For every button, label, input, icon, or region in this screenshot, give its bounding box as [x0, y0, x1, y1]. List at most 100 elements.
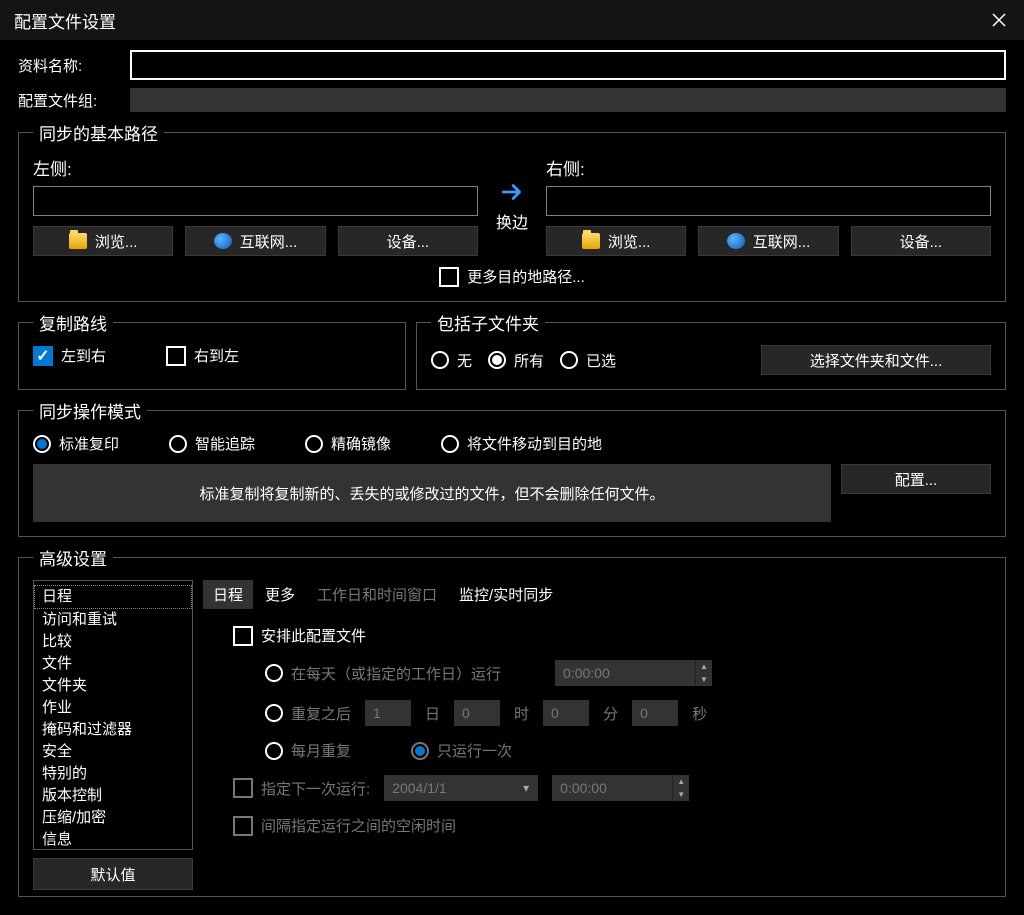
- secs-input[interactable]: [632, 700, 678, 726]
- profile-name-label: 资料名称:: [18, 55, 130, 76]
- tab-more[interactable]: 更多: [255, 580, 305, 609]
- tab-schedule[interactable]: 日程: [203, 580, 253, 609]
- ltr-checkbox[interactable]: 左到右: [33, 345, 106, 366]
- days-input[interactable]: [365, 700, 411, 726]
- radio-icon: [169, 435, 187, 453]
- profile-name-row: 资料名称:: [18, 50, 1006, 80]
- checkbox-icon: [233, 778, 253, 798]
- rtl-checkbox[interactable]: 右到左: [166, 345, 239, 366]
- spin-down-icon[interactable]: ▼: [673, 788, 689, 801]
- advanced-category-list[interactable]: 日程 访问和重试 比较 文件 文件夹 作业 掩码和过滤器 安全 特别的 版本控制…: [33, 580, 193, 850]
- folder-icon: [582, 233, 600, 249]
- mode-move-radio[interactable]: 将文件移动到目的地: [441, 433, 602, 454]
- advanced-fieldset: 高级设置 日程 访问和重试 比较 文件 文件夹 作业 掩码和过滤器 安全 特别的…: [18, 545, 1006, 897]
- radio-icon: [411, 742, 429, 760]
- daily-time-input[interactable]: [555, 660, 695, 686]
- time-spinner[interactable]: ▲▼: [695, 660, 712, 686]
- left-browse-button[interactable]: 浏览...: [33, 226, 173, 256]
- radio-icon: [33, 435, 51, 453]
- globe-icon: [727, 233, 745, 249]
- select-files-button[interactable]: 选择文件夹和文件...: [761, 345, 991, 375]
- right-path-input[interactable]: [546, 186, 991, 216]
- mode-smart-radio[interactable]: 智能追踪: [169, 433, 255, 454]
- folder-icon: [69, 233, 87, 249]
- radio-icon: [265, 704, 283, 722]
- list-item[interactable]: 比较: [34, 631, 192, 653]
- mode-mirror-radio[interactable]: 精确镜像: [305, 433, 391, 454]
- swap-sides[interactable]: 换边: [496, 179, 528, 233]
- left-device-button[interactable]: 设备...: [338, 226, 478, 256]
- checkbox-icon: [166, 346, 186, 366]
- subfolders-selected-radio[interactable]: 已选: [560, 350, 616, 371]
- list-item[interactable]: 文件: [34, 653, 192, 675]
- sync-mode-legend: 同步操作模式: [33, 398, 147, 423]
- tab-workday: 工作日和时间窗口: [307, 580, 447, 609]
- list-item[interactable]: 安全: [34, 741, 192, 763]
- list-item[interactable]: 掩码和过滤器: [34, 719, 192, 741]
- copy-direction-legend: 复制路线: [33, 310, 113, 335]
- radio-icon: [560, 351, 578, 369]
- window-title: 配置文件设置: [14, 8, 116, 33]
- list-item[interactable]: 文件夹: [34, 675, 192, 697]
- radio-icon: [305, 435, 323, 453]
- spin-down-icon[interactable]: ▼: [696, 673, 712, 686]
- once-radio[interactable]: 只运行一次: [411, 740, 512, 761]
- mode-standard-radio[interactable]: 标准复印: [33, 433, 119, 454]
- list-item[interactable]: 版本控制: [34, 785, 192, 807]
- date-dropdown-button[interactable]: ▾: [514, 775, 538, 801]
- radio-icon: [431, 351, 449, 369]
- close-icon: [991, 12, 1007, 28]
- right-browse-button[interactable]: 浏览...: [546, 226, 686, 256]
- right-device-button[interactable]: 设备...: [851, 226, 991, 256]
- profile-group-row: 配置文件组:: [18, 88, 1006, 112]
- radio-icon: [265, 742, 283, 760]
- globe-icon: [214, 233, 232, 249]
- basepaths-legend: 同步的基本路径: [33, 120, 164, 145]
- checkbox-icon: [233, 626, 253, 646]
- idle-between-checkbox[interactable]: 间隔指定运行之间的空闲时间: [233, 815, 456, 836]
- profile-name-input[interactable]: [130, 50, 1006, 80]
- list-item[interactable]: 作业: [34, 697, 192, 719]
- checkbox-icon: [439, 267, 459, 287]
- radio-icon: [441, 435, 459, 453]
- left-path-input[interactable]: [33, 186, 478, 216]
- left-side: 左侧: 浏览... 互联网... 设备...: [33, 155, 478, 256]
- schedule-panel: 安排此配置文件 在每天（或指定的工作日）运行 ▲▼ 重复之后 日 时: [203, 617, 991, 858]
- arrow-right-icon: [499, 179, 525, 205]
- list-item[interactable]: 信息: [34, 829, 192, 850]
- left-internet-button[interactable]: 互联网...: [185, 226, 325, 256]
- list-item[interactable]: 特别的: [34, 763, 192, 785]
- enable-schedule-checkbox[interactable]: 安排此配置文件: [233, 625, 366, 646]
- list-item[interactable]: 访问和重试: [34, 609, 192, 631]
- titlebar: 配置文件设置: [0, 0, 1024, 40]
- mode-config-button[interactable]: 配置...: [841, 464, 991, 494]
- next-run-checkbox[interactable]: 指定下一次运行:: [233, 778, 370, 799]
- monthly-radio[interactable]: 每月重复: [265, 740, 351, 761]
- repeat-radio[interactable]: 重复之后: [265, 703, 351, 724]
- spin-up-icon[interactable]: ▲: [696, 660, 712, 673]
- next-time-input[interactable]: [552, 775, 672, 801]
- subfolders-all-radio[interactable]: 所有: [488, 350, 544, 371]
- profile-group-input[interactable]: [130, 88, 1006, 112]
- more-dest-checkbox[interactable]: 更多目的地路径...: [439, 266, 585, 287]
- list-item[interactable]: 压缩/加密: [34, 807, 192, 829]
- radio-icon: [488, 351, 506, 369]
- close-button[interactable]: [984, 5, 1014, 35]
- list-item[interactable]: 日程: [34, 585, 192, 609]
- default-button[interactable]: 默认值: [33, 858, 193, 890]
- basepaths-fieldset: 同步的基本路径 左侧: 浏览... 互联网... 设备... 换边 右侧: 浏览…: [18, 120, 1006, 302]
- hours-input[interactable]: [454, 700, 500, 726]
- spin-up-icon[interactable]: ▲: [673, 775, 689, 788]
- tab-monitor[interactable]: 监控/实时同步: [449, 580, 563, 609]
- mode-description: 标准复制将复制新的、丢失的或修改过的文件，但不会删除任何文件。: [33, 464, 831, 522]
- mins-input[interactable]: [543, 700, 589, 726]
- time-spinner[interactable]: ▲▼: [672, 775, 689, 801]
- subfolders-none-radio[interactable]: 无: [431, 350, 472, 371]
- daily-radio[interactable]: 在每天（或指定的工作日）运行: [265, 663, 501, 684]
- advanced-legend: 高级设置: [33, 545, 113, 570]
- subfolders-legend: 包括子文件夹: [431, 310, 545, 335]
- radio-icon: [265, 664, 283, 682]
- right-internet-button[interactable]: 互联网...: [698, 226, 838, 256]
- checkbox-icon: [233, 816, 253, 836]
- next-date-input[interactable]: [384, 775, 514, 801]
